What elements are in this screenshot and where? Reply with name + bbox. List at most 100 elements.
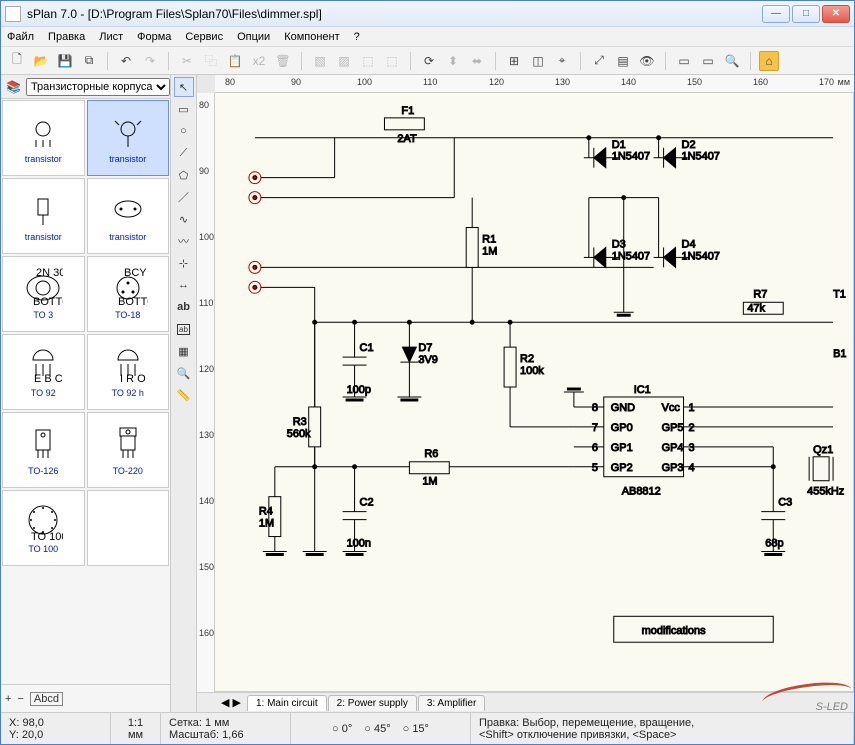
component-TO-220[interactable]: TO-220: [87, 412, 170, 488]
component-empty[interactable]: [87, 490, 170, 566]
component-transistor[interactable]: transistor: [87, 178, 170, 254]
sheet-tab-0[interactable]: 1: Main circuit: [247, 695, 327, 711]
close-button[interactable]: ✕: [822, 5, 850, 23]
ruler-tick: 100: [357, 77, 372, 87]
minimize-button[interactable]: —: [762, 5, 790, 23]
tool-pointer[interactable]: ↖: [174, 77, 194, 97]
svg-text:5: 5: [592, 462, 598, 474]
new-file-icon[interactable]: 🗋: [7, 51, 27, 71]
print-icon[interactable]: ▭: [674, 51, 694, 71]
tool-line[interactable]: ／: [174, 187, 194, 207]
menu-sheet[interactable]: Лист: [99, 31, 123, 43]
parents-icon[interactable]: ⬍: [443, 51, 463, 71]
component-TO 100[interactable]: TO 100 top viewTO 100: [2, 490, 85, 566]
preview-icon[interactable]: ▭: [698, 51, 718, 71]
component-TO 92 h[interactable]: I R OTO 92 h: [87, 334, 170, 410]
group-icon[interactable]: ⬚: [358, 51, 378, 71]
library-icon[interactable]: 📚: [5, 77, 22, 97]
svg-text:C1: C1: [360, 342, 374, 354]
schematic-canvas[interactable]: F1 2AT: [215, 93, 854, 692]
component-TO 92[interactable]: E B CTO 92: [2, 334, 85, 410]
tool-ruler[interactable]: 📏: [174, 385, 194, 405]
undo-icon[interactable]: ↶: [116, 51, 136, 71]
svg-text:3V9: 3V9: [418, 354, 438, 366]
ungroup-icon[interactable]: ⬚: [382, 51, 402, 71]
component-transistor[interactable]: transistor: [2, 178, 85, 254]
ruler-tick: 160: [753, 77, 768, 87]
tool-polyline[interactable]: ⟋: [174, 143, 194, 163]
save-icon[interactable]: 💾: [55, 51, 75, 71]
tool-text-box[interactable]: ab: [174, 319, 194, 339]
find-icon[interactable]: 👁: [637, 51, 657, 71]
tool-zoom[interactable]: 🔍: [174, 363, 194, 383]
ruler-tick: 130: [199, 430, 214, 440]
svg-text:100n: 100n: [347, 538, 371, 550]
tool-dimension[interactable]: ↔: [174, 275, 194, 295]
menu-service[interactable]: Сервис: [185, 31, 223, 43]
zoom-in-button[interactable]: +: [5, 693, 11, 705]
save-all-icon[interactable]: ⧉: [79, 51, 99, 71]
svg-text:TO 100 top view: TO 100 top view: [31, 531, 63, 542]
parents2-icon[interactable]: ⬌: [467, 51, 487, 71]
ruler-tick: 140: [199, 496, 214, 506]
tool-text-bold[interactable]: ab: [174, 297, 194, 317]
component-transistor[interactable]: transistor: [2, 100, 85, 176]
tool-polygon[interactable]: ⬠: [174, 165, 194, 185]
tool-rect[interactable]: ▭: [174, 99, 194, 119]
delete-icon[interactable]: 🗑: [273, 51, 293, 71]
label-toggle[interactable]: Abcd: [30, 692, 63, 706]
paste-icon[interactable]: 📋: [225, 51, 245, 71]
menu-options[interactable]: Опции: [237, 31, 270, 43]
status-unit: мм: [128, 729, 143, 741]
angle-0[interactable]: 0°: [342, 723, 353, 735]
svg-text:D4: D4: [682, 238, 696, 250]
tool-circle[interactable]: ○: [174, 121, 194, 141]
measure-icon[interactable]: ⊞: [504, 51, 524, 71]
fit-page-icon[interactable]: ⤢: [589, 51, 609, 71]
maximize-button[interactable]: □: [792, 5, 820, 23]
tool-image[interactable]: ▦: [174, 341, 194, 361]
svg-text:Qz1: Qz1: [813, 444, 833, 456]
component-TO-126[interactable]: TO-126: [2, 412, 85, 488]
svg-text:B1: B1: [833, 348, 846, 360]
home-icon[interactable]: ⌂: [759, 51, 779, 71]
list-icon[interactable]: ▤: [613, 51, 633, 71]
tool-spline[interactable]: 〰: [174, 231, 194, 251]
svg-text:C2: C2: [360, 497, 374, 509]
redo-icon[interactable]: ↷: [140, 51, 160, 71]
cut-icon[interactable]: ✂: [177, 51, 197, 71]
menu-edit[interactable]: Правка: [48, 31, 85, 43]
svg-text:GP0: GP0: [611, 422, 633, 434]
sheet-tab-1[interactable]: 2: Power supply: [328, 695, 417, 711]
tool-bezier[interactable]: ∿: [174, 209, 194, 229]
duplicate-icon[interactable]: x2: [249, 51, 269, 71]
menu-file[interactable]: Файл: [7, 31, 34, 43]
snap-icon[interactable]: ⌖: [552, 51, 572, 71]
angle-15[interactable]: 15°: [412, 723, 429, 735]
send-back-icon[interactable]: ▨: [334, 51, 354, 71]
tool-special[interactable]: ⊹: [174, 253, 194, 273]
svg-text:6: 6: [592, 442, 598, 454]
zoom-out-button[interactable]: −: [17, 693, 23, 705]
component-transistor[interactable]: transistor: [87, 100, 170, 176]
refresh-icon[interactable]: ⟳: [419, 51, 439, 71]
magnify-icon[interactable]: 🔍: [722, 51, 742, 71]
app-icon: [5, 6, 21, 22]
bring-front-icon[interactable]: ▧: [310, 51, 330, 71]
component-TO 3[interactable]: BOTTOM VIEW2N 3055TO 3: [2, 256, 85, 332]
svg-text:D2: D2: [682, 139, 696, 151]
library-dropdown[interactable]: Транзисторные корпуса: [26, 78, 170, 96]
zoom-tool-icon[interactable]: ◫: [528, 51, 548, 71]
component-TO-18[interactable]: BOTTOM VIEWBCY 58TO-18: [87, 256, 170, 332]
svg-text:4: 4: [689, 462, 695, 474]
tab-nav[interactable]: ◀ ▶: [215, 696, 247, 709]
ruler-tick: 170: [819, 77, 834, 87]
angle-45[interactable]: 45°: [374, 723, 391, 735]
sheet-tab-2[interactable]: 3: Amplifier: [418, 695, 485, 711]
menu-shape[interactable]: Форма: [137, 31, 171, 43]
menu-help[interactable]: ?: [354, 31, 360, 43]
copy-icon[interactable]: ⿻: [201, 51, 221, 71]
menu-component[interactable]: Компонент: [284, 31, 339, 43]
svg-text:1: 1: [689, 402, 695, 414]
open-icon[interactable]: 📂: [31, 51, 51, 71]
